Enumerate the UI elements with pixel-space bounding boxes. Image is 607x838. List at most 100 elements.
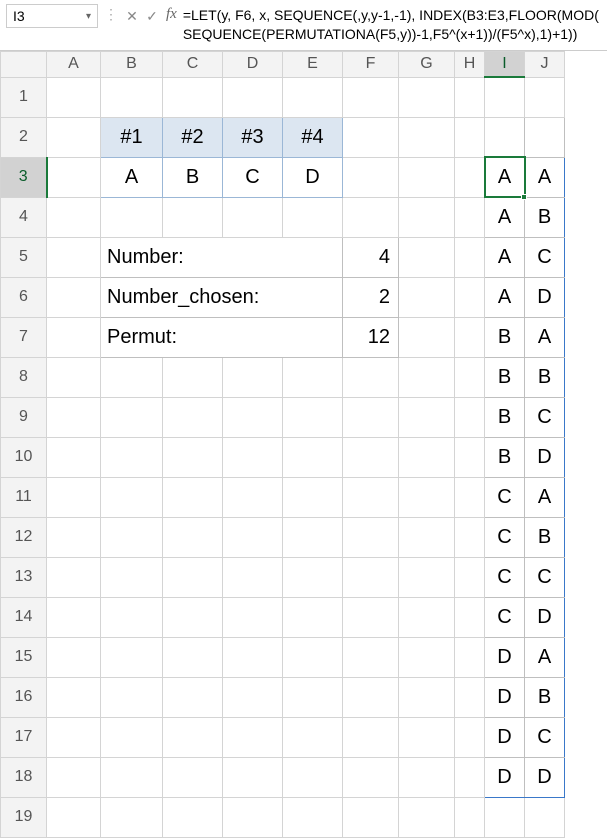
- cell[interactable]: [455, 597, 485, 637]
- cell[interactable]: [399, 637, 455, 677]
- cell[interactable]: [163, 797, 223, 837]
- cell[interactable]: D: [485, 637, 525, 677]
- fill-handle[interactable]: [521, 194, 527, 200]
- cell[interactable]: [163, 677, 223, 717]
- cell[interactable]: [163, 477, 223, 517]
- cell[interactable]: [283, 477, 343, 517]
- cell[interactable]: [101, 517, 163, 557]
- cell[interactable]: [399, 437, 455, 477]
- cell[interactable]: [283, 197, 343, 237]
- cell[interactable]: [283, 637, 343, 677]
- cell[interactable]: [223, 637, 283, 677]
- cell[interactable]: [455, 557, 485, 597]
- row-header-10[interactable]: 10: [1, 437, 47, 477]
- row-header-13[interactable]: 13: [1, 557, 47, 597]
- cell[interactable]: [283, 77, 343, 117]
- formula-input[interactable]: =LET(y, F6, x, SEQUENCE(,y,y-1,-1), INDE…: [183, 2, 607, 48]
- cell[interactable]: [47, 317, 101, 357]
- cell[interactable]: [455, 757, 485, 797]
- chosen-value[interactable]: 2: [343, 277, 399, 317]
- cell[interactable]: [47, 197, 101, 237]
- cell[interactable]: [399, 357, 455, 397]
- cell[interactable]: C: [485, 557, 525, 597]
- cell[interactable]: [283, 437, 343, 477]
- cell[interactable]: [283, 557, 343, 597]
- permut-value[interactable]: 12: [343, 317, 399, 357]
- cell[interactable]: B: [525, 197, 565, 237]
- cell[interactable]: [455, 117, 485, 157]
- cell[interactable]: [101, 397, 163, 437]
- header-3[interactable]: #3: [223, 117, 283, 157]
- cell[interactable]: [399, 597, 455, 637]
- cell[interactable]: B: [485, 437, 525, 477]
- cell[interactable]: C: [485, 477, 525, 517]
- row-header-14[interactable]: 14: [1, 597, 47, 637]
- cell[interactable]: [101, 757, 163, 797]
- cell[interactable]: [343, 477, 399, 517]
- cell[interactable]: [101, 717, 163, 757]
- cell[interactable]: [101, 77, 163, 117]
- active-cell-I3[interactable]: A: [485, 157, 525, 197]
- cell[interactable]: [223, 677, 283, 717]
- cell[interactable]: [47, 77, 101, 117]
- cell[interactable]: [283, 397, 343, 437]
- cell[interactable]: B: [525, 517, 565, 557]
- cell[interactable]: [455, 437, 485, 477]
- row-header-12[interactable]: 12: [1, 517, 47, 557]
- cell[interactable]: A: [525, 317, 565, 357]
- col-header-H[interactable]: H: [455, 51, 485, 77]
- cell[interactable]: [223, 717, 283, 757]
- cell[interactable]: [223, 357, 283, 397]
- cell[interactable]: [47, 117, 101, 157]
- cell[interactable]: [455, 717, 485, 757]
- cell[interactable]: [101, 557, 163, 597]
- cell[interactable]: [47, 437, 101, 477]
- cell[interactable]: [399, 197, 455, 237]
- cell[interactable]: [163, 357, 223, 397]
- cell[interactable]: [399, 477, 455, 517]
- cell[interactable]: [163, 637, 223, 677]
- cell[interactable]: [343, 437, 399, 477]
- cell[interactable]: [223, 597, 283, 637]
- col-header-J[interactable]: J: [525, 51, 565, 77]
- cell[interactable]: [343, 637, 399, 677]
- cell[interactable]: [399, 237, 455, 277]
- cell[interactable]: [525, 117, 565, 157]
- header-4[interactable]: #4: [283, 117, 343, 157]
- accept-icon[interactable]: ✓: [142, 4, 162, 28]
- cell[interactable]: [223, 557, 283, 597]
- cell[interactable]: [283, 597, 343, 637]
- cell[interactable]: B: [525, 357, 565, 397]
- cell[interactable]: C: [525, 717, 565, 757]
- col-header-E[interactable]: E: [283, 51, 343, 77]
- cell[interactable]: [101, 597, 163, 637]
- cell[interactable]: B: [485, 357, 525, 397]
- col-header-B[interactable]: B: [101, 51, 163, 77]
- permut-label[interactable]: Permut:: [101, 317, 343, 357]
- cell[interactable]: [223, 77, 283, 117]
- cell[interactable]: [163, 757, 223, 797]
- cell[interactable]: [223, 797, 283, 837]
- cell[interactable]: [343, 397, 399, 437]
- row-header-19[interactable]: 19: [1, 797, 47, 837]
- row-header-6[interactable]: 6: [1, 277, 47, 317]
- cell[interactable]: [343, 717, 399, 757]
- item-4[interactable]: D: [283, 157, 343, 197]
- cell[interactable]: [399, 317, 455, 357]
- cell[interactable]: [163, 197, 223, 237]
- cell[interactable]: [399, 797, 455, 837]
- cell[interactable]: [47, 237, 101, 277]
- cell[interactable]: C: [525, 397, 565, 437]
- cell[interactable]: [525, 77, 565, 117]
- header-1[interactable]: #1: [101, 117, 163, 157]
- cell[interactable]: [455, 317, 485, 357]
- cell[interactable]: [455, 517, 485, 557]
- cell[interactable]: [343, 517, 399, 557]
- cell[interactable]: [455, 157, 485, 197]
- row-header-17[interactable]: 17: [1, 717, 47, 757]
- col-header-D[interactable]: D: [223, 51, 283, 77]
- number-value[interactable]: 4: [343, 237, 399, 277]
- name-box[interactable]: I3 ▾: [6, 4, 98, 28]
- cell[interactable]: [485, 77, 525, 117]
- cell[interactable]: D: [525, 757, 565, 797]
